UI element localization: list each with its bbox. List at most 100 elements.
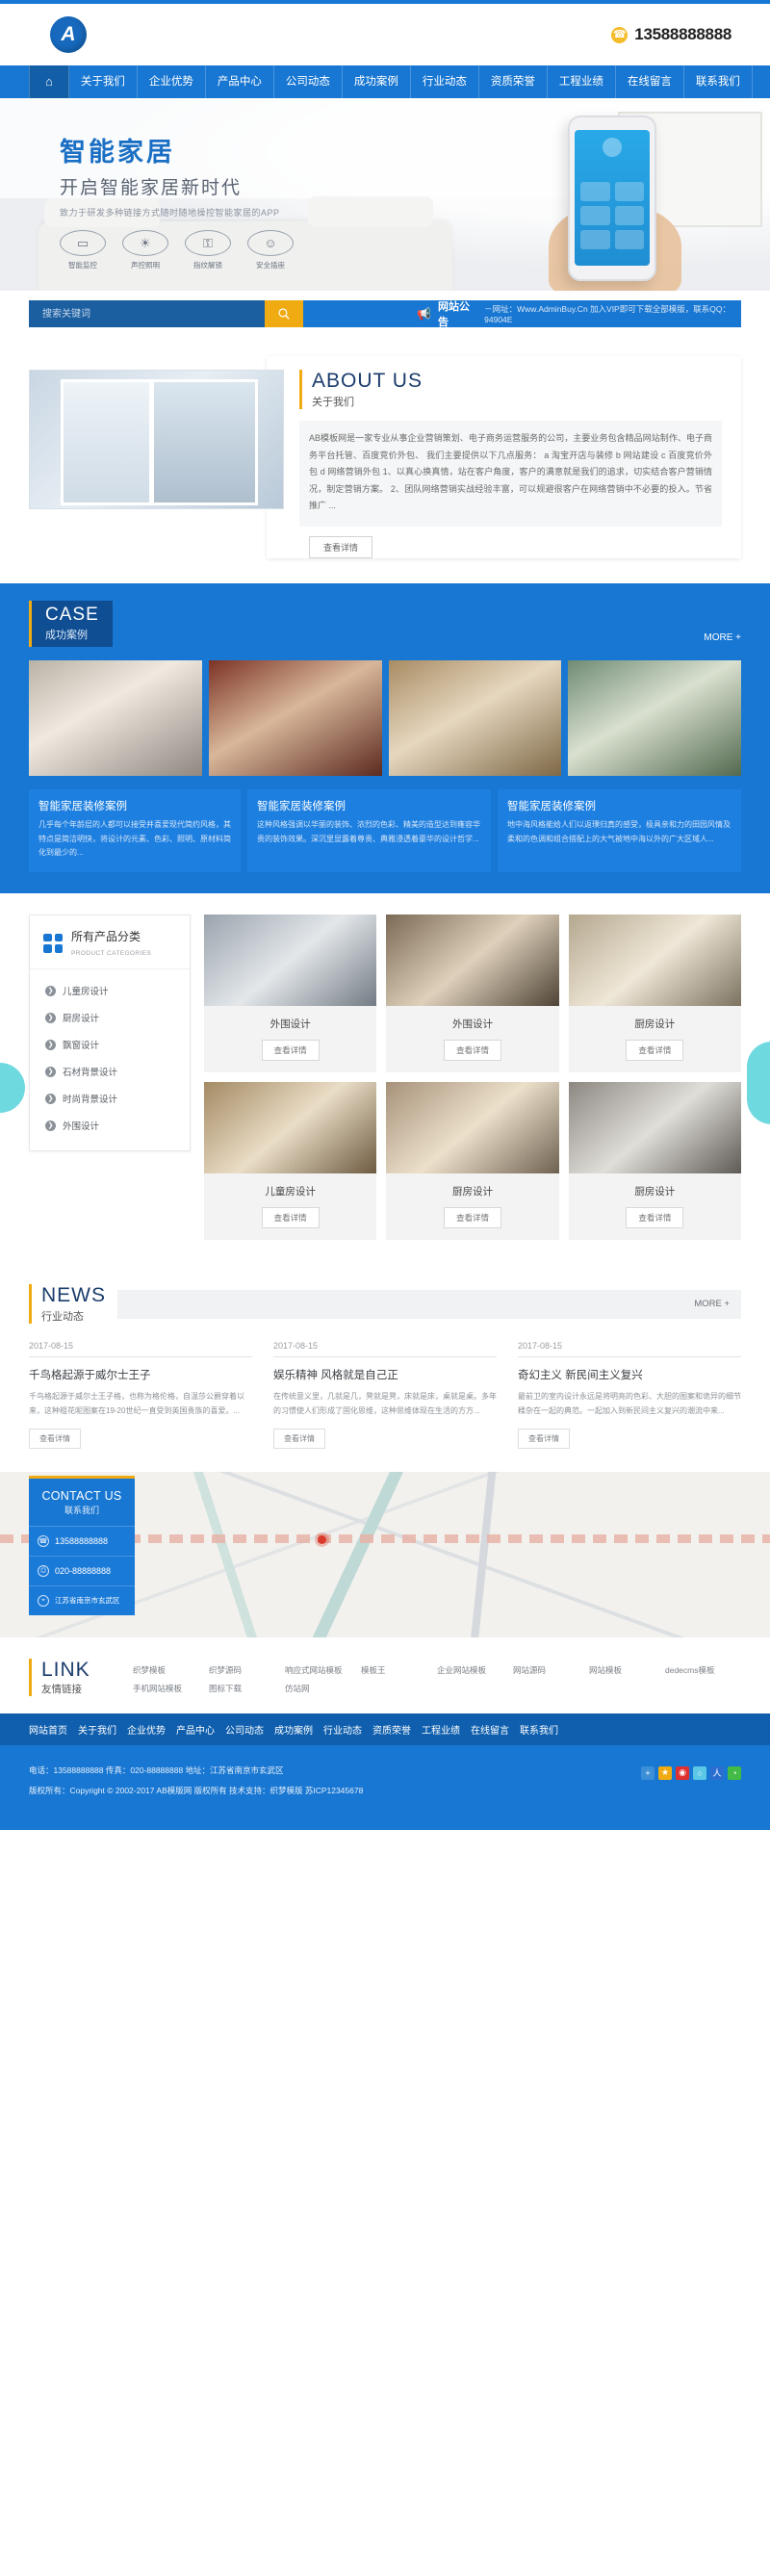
- footer-nav-item-5[interactable]: 成功案例: [274, 1722, 313, 1737]
- case-card[interactable]: 智能家居装修案例 地中海风格能给人们以返璞归真的感受，极具亲和力的田园风情及柔和的…: [498, 788, 741, 873]
- footer-nav-item-2[interactable]: 企业优势: [127, 1722, 166, 1737]
- about-section: ABOUT US 关于我们 AB模板网是一家专业从事企业营销策划、电子商务运营服…: [0, 339, 770, 583]
- weibo-icon[interactable]: ◉: [676, 1765, 689, 1780]
- product-title: 外围设计: [451, 1018, 493, 1031]
- case-thumb[interactable]: [29, 659, 202, 776]
- product-detail-button[interactable]: 查看详情: [443, 1040, 501, 1062]
- footer-nav-item-7[interactable]: 资质荣誉: [372, 1722, 411, 1737]
- qzone-icon[interactable]: ○: [693, 1765, 706, 1780]
- friendly-link-10[interactable]: 仿站网: [285, 1683, 361, 1694]
- footer-nav-item-1[interactable]: 关于我们: [78, 1722, 116, 1737]
- footer-nav-item-6[interactable]: 行业动态: [323, 1722, 362, 1737]
- contact-row: ⎙ 020-88888888: [29, 1555, 135, 1585]
- news-more-link[interactable]: MORE +: [694, 1299, 730, 1309]
- case-card[interactable]: 智能家居装修案例这种风格强调以华丽的装饰、浓烈的色彩、精美的造型达到雍容华贵的装…: [247, 788, 491, 873]
- nav-item-0[interactable]: 关于我们: [69, 65, 138, 98]
- case-card-desc: 这种风格强调以华丽的装饰、浓烈的色彩、精美的造型达到雍容华贵的装饰效果。深沉里显…: [257, 819, 480, 843]
- category-label: 飘窗设计: [63, 1041, 100, 1052]
- site-footer: 电话：13588888888 传真：020-88888888 地址：江苏省南京市…: [0, 1744, 770, 1830]
- product-detail-button[interactable]: 查看详情: [626, 1040, 684, 1062]
- search-input[interactable]: [29, 300, 265, 327]
- nav-item-8[interactable]: 在线留言: [616, 65, 684, 98]
- product-item[interactable]: 外围设计 查看详情: [204, 914, 377, 1073]
- grid-squares-icon: [43, 933, 63, 953]
- nav-home-icon[interactable]: ⌂: [29, 65, 69, 98]
- footer-nav-item-0[interactable]: 网站首页: [29, 1722, 67, 1737]
- news-list: 2017-08-15 千鸟格起源于威尔士王子 千鸟格起源于威尔士王子格，也称为格伦格…: [29, 1341, 741, 1449]
- nav-item-1[interactable]: 企业优势: [138, 65, 206, 98]
- case-thumb[interactable]: [208, 659, 382, 776]
- friendly-link-6[interactable]: 网站模板: [589, 1664, 665, 1676]
- category-link-2[interactable]: ❯ 飘窗设计: [30, 1031, 190, 1058]
- footer-nav-item-8[interactable]: 工程业绩: [422, 1722, 460, 1737]
- product-item[interactable]: 厨房设计 查看详情: [568, 1082, 741, 1241]
- product-item[interactable]: 厨房设计 查看详情: [386, 1082, 559, 1241]
- phone-icon: ☎: [38, 1534, 49, 1547]
- footer-copyright: 版权所有：Copyright © 2002-2017 AB模版网 版权所有 技术…: [29, 1785, 364, 1795]
- wechat-icon[interactable]: ◔: [728, 1765, 741, 1780]
- case-card[interactable]: 智能家居装修案例 几乎每个年龄层的人都可以接受并喜爱现代简约风格，其特点是简洁明快…: [29, 788, 241, 873]
- friendly-link-2[interactable]: 响应式网站模板: [285, 1664, 361, 1676]
- product-detail-button[interactable]: 查看详情: [626, 1207, 684, 1229]
- case-card-title: 智能家居装修案例: [257, 800, 346, 812]
- banner-feature-label: 指纹解锁: [193, 261, 222, 270]
- case-thumb[interactable]: [568, 659, 741, 776]
- chevron-right-icon: ❯: [45, 985, 56, 996]
- category-link-1[interactable]: ❯ 厨房设计: [30, 1004, 190, 1031]
- product-item[interactable]: 儿童房设计 查看详情: [204, 1082, 377, 1241]
- share-plus-icon[interactable]: +: [641, 1765, 654, 1780]
- footer-nav-item-9[interactable]: 在线留言: [471, 1722, 509, 1737]
- news-detail-button[interactable]: 查看详情: [518, 1428, 570, 1449]
- product-item[interactable]: 厨房设计 查看详情: [568, 914, 741, 1073]
- banner-phone-mockup: [568, 116, 656, 281]
- category-link-4[interactable]: ❯ 时尚背景设计: [30, 1085, 190, 1112]
- nav-item-3[interactable]: 公司动态: [274, 65, 343, 98]
- news-detail-button[interactable]: 查看详情: [29, 1428, 81, 1449]
- product-image: [386, 1082, 559, 1174]
- banner-feature: ☀ 声控照明: [122, 230, 168, 270]
- friendly-link-8[interactable]: 手机网站模板: [133, 1683, 209, 1694]
- case-card-desc: 地中海风格能给人们以返璞归真的感受，极具亲和力的田园风情及柔和的色调和组合搭配上…: [507, 819, 731, 843]
- friendly-link-3[interactable]: 模板王: [361, 1664, 437, 1676]
- category-link-0[interactable]: ❯ 儿童房设计: [30, 977, 190, 1004]
- news-title[interactable]: 奇幻主义 新民间主义复兴: [518, 1367, 741, 1382]
- friendly-link-4[interactable]: 企业网站模板: [437, 1664, 513, 1676]
- about-more-button[interactable]: 查看详情: [309, 535, 373, 558]
- favorite-star-icon[interactable]: ★: [658, 1765, 672, 1780]
- news-title[interactable]: 娱乐精神 风格就是自己正: [273, 1367, 497, 1382]
- footer-nav-item-4[interactable]: 公司动态: [225, 1722, 264, 1737]
- category-link-5[interactable]: ❯ 外围设计: [30, 1112, 190, 1139]
- product-detail-button[interactable]: 查看详情: [261, 1040, 320, 1062]
- case-more-link[interactable]: MORE +: [704, 632, 741, 647]
- news-title[interactable]: 千鸟格起源于威尔士王子: [29, 1367, 252, 1382]
- friendly-link-0[interactable]: 织梦模板: [133, 1664, 209, 1676]
- friendly-link-9[interactable]: 图标下载: [209, 1683, 285, 1694]
- nav-item-9[interactable]: 联系我们: [684, 65, 753, 98]
- product-item[interactable]: 外围设计 查看详情: [386, 914, 559, 1073]
- footer-nav-item-3[interactable]: 产品中心: [176, 1722, 215, 1737]
- product-grid: 外围设计 查看详情 外围设计 查看详情 厨房设计 查看详情 儿童房设计 查看详情 厨房设计 查看详…: [204, 914, 741, 1241]
- category-item: ❯ 石材背景设计: [30, 1058, 190, 1085]
- category-link-3[interactable]: ❯ 石材背景设计: [30, 1058, 190, 1085]
- nav-item-2[interactable]: 产品中心: [206, 65, 274, 98]
- nav-item-6[interactable]: 资质荣誉: [479, 65, 548, 98]
- renren-icon[interactable]: 人: [710, 1765, 724, 1780]
- product-detail-button[interactable]: 查看详情: [261, 1207, 320, 1229]
- news-detail-button[interactable]: 查看详情: [273, 1428, 325, 1449]
- products-section: 所有产品分类 PRODUCT CATEGORIES ❯ 儿童房设计 ❯ 厨房设计 ❯ 飘窗…: [0, 893, 770, 1265]
- nav-item-7[interactable]: 工程业绩: [548, 65, 616, 98]
- nav-item-5[interactable]: 行业动态: [411, 65, 479, 98]
- nav-item-4[interactable]: 成功案例: [343, 65, 411, 98]
- banner-title: 智能家居: [60, 138, 175, 167]
- banner-feature-label: 智能监控: [68, 261, 97, 270]
- site-logo[interactable]: A: [50, 16, 87, 53]
- friendly-link-5[interactable]: 网站源码: [513, 1664, 589, 1676]
- friendly-link-1[interactable]: 织梦源码: [209, 1664, 285, 1676]
- category-item: ❯ 厨房设计: [30, 1004, 190, 1031]
- search-button[interactable]: [265, 300, 303, 327]
- main-navigation: ⌂ 关于我们 企业优势 产品中心 公司动态 成功案例 行业动态 资质荣誉 工程业绩 在线留言 联系…: [0, 65, 770, 98]
- footer-nav-item-10[interactable]: 联系我们: [520, 1722, 558, 1737]
- case-thumb[interactable]: [388, 659, 562, 776]
- product-detail-button[interactable]: 查看详情: [443, 1207, 501, 1229]
- friendly-link-7[interactable]: dedecms模板: [665, 1664, 741, 1676]
